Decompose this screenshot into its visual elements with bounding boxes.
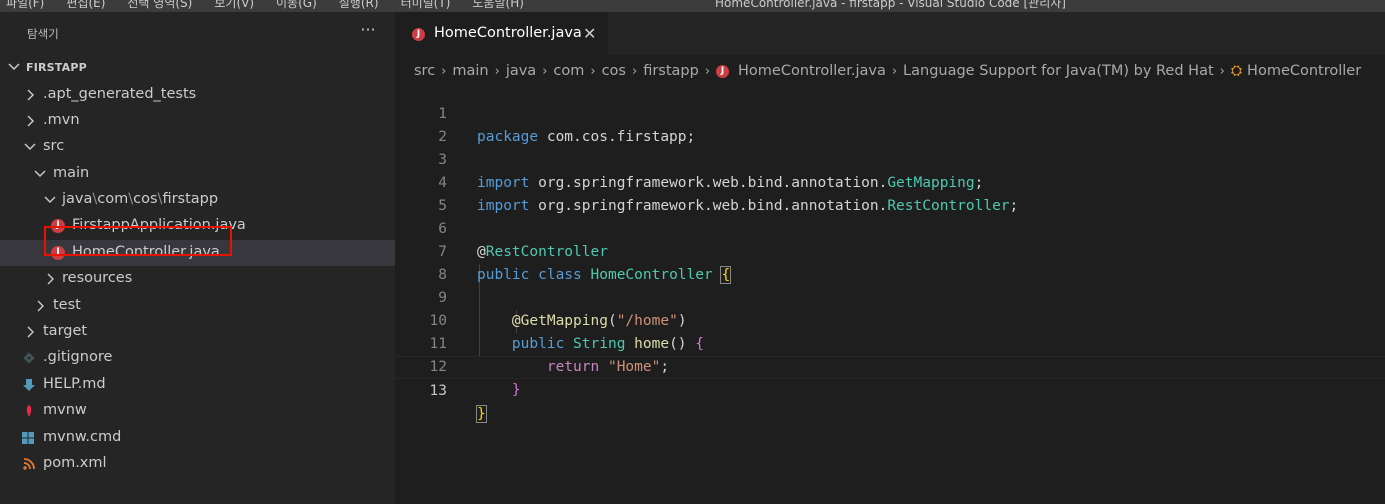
code-line-7: 7 public class HomeController { [395, 218, 1385, 284]
title-bar: 파일(F) 편집(E) 선택 영역(S) 보기(V) 이동(G) 실행(R) 터… [0, 0, 1385, 12]
explorer-title: 탐색기 [27, 27, 59, 41]
chevron-right-icon: › [542, 63, 548, 79]
menu-edit[interactable]: 편집(E) [66, 0, 105, 10]
menu-run[interactable]: 실행(R) [339, 0, 379, 10]
code-line-6: 6 @RestController [395, 195, 1385, 260]
code-line-2: 2 [395, 103, 1385, 145]
project-name: FIRSTAPP [26, 61, 87, 74]
tree-item-src[interactable]: src [0, 134, 395, 160]
breadcrumb-language-support[interactable]: Language Support for Java(TM) by Red Hat [903, 63, 1214, 79]
chevron-down-icon [8, 63, 20, 71]
breadcrumb-cos[interactable]: cos [602, 63, 626, 79]
code-line-12: 12 } [395, 333, 1385, 398]
tree-item-label: .gitignore [43, 349, 113, 365]
breadcrumb-src[interactable]: src [414, 63, 435, 79]
tree-item-resources[interactable]: resources [0, 266, 395, 292]
breadcrumb-main[interactable]: main [452, 63, 488, 79]
menu-view[interactable]: 보기(V) [214, 0, 254, 10]
chevron-right-icon [27, 115, 34, 127]
chevron-right-icon [27, 89, 34, 101]
close-icon[interactable]: ✕ [583, 24, 596, 43]
tree-item-label: resources [62, 270, 133, 286]
chevron-down-icon [44, 196, 56, 203]
breadcrumb: src › main › java › com › cos › firstapp… [414, 60, 1361, 82]
tree-item-main[interactable]: main [0, 161, 395, 187]
code-line-9: 9 @GetMapping("/home") [395, 264, 1385, 329]
class-symbol-icon: ⛭ [1230, 63, 1243, 79]
explorer-sidebar: 탐색기 ··· FIRSTAPP .apt_generated_tests .m… [0, 12, 395, 504]
code-line-10: 10 public String home() { [395, 287, 1385, 352]
tree-item-mvnw-cmd[interactable]: mvnw.cmd [0, 425, 395, 451]
line-number: 13 [429, 383, 447, 399]
tree-item-gitignore[interactable]: .gitignore [0, 345, 395, 371]
tree-item-label: target [43, 323, 88, 339]
tree-item-test[interactable]: test [0, 293, 395, 319]
tree-item-label: java\com\cos\firstapp [62, 191, 219, 207]
chevron-down-icon [24, 143, 36, 150]
chevron-right-icon: › [891, 63, 898, 79]
tree-item-mvnw[interactable]: mvnw [0, 398, 395, 424]
code-line-13: 13 } [395, 356, 1385, 423]
explorer-header: 탐색기 ··· [0, 12, 395, 56]
tree-item-label: mvnw [43, 402, 87, 418]
tree-item-label: src [43, 138, 65, 154]
code-line-11: 11 return "Home"; [395, 310, 1385, 375]
code-line-4: 4 import org.springframework.web.bind.an… [395, 149, 1385, 214]
git-icon [23, 352, 35, 364]
code-line-8: 8 [395, 241, 1385, 283]
tree-item-label: pom.xml [43, 455, 107, 471]
breadcrumb-file[interactable]: HomeController.java [738, 63, 886, 79]
breadcrumb-com[interactable]: com [553, 63, 584, 79]
chevron-right-icon [47, 273, 54, 285]
maven-icon [26, 405, 32, 417]
tree-item-target[interactable]: target [0, 319, 395, 345]
markdown-icon [23, 379, 35, 391]
chevron-right-icon: › [494, 63, 500, 79]
menu-selection[interactable]: 선택 영역(S) [127, 0, 192, 10]
chevron-down-icon [34, 170, 46, 177]
tree-item-label: HELP.md [43, 376, 106, 392]
rss-icon [23, 458, 35, 470]
editor-area: J HomeController.java ✕ src › main › jav… [395, 12, 1385, 504]
windows-icon [22, 432, 34, 444]
tree-item-label: main [53, 165, 90, 181]
breadcrumb-class[interactable]: HomeController [1247, 63, 1361, 79]
tab-home-controller[interactable]: J HomeController.java ✕ [395, 12, 608, 55]
tree-item-label: test [53, 297, 81, 313]
chevron-right-icon: › [631, 63, 638, 79]
menu-file[interactable]: 파일(F) [6, 0, 44, 10]
window-title: HomeController.java - firstapp - Visual … [715, 0, 1066, 10]
menu-go[interactable]: 이동(G) [276, 0, 317, 10]
tree-item-label: mvnw.cmd [43, 429, 122, 445]
chevron-right-icon [27, 326, 34, 338]
menu-bar: 파일(F) 편집(E) 선택 영역(S) 보기(V) 이동(G) 실행(R) 터… [6, 0, 524, 10]
annotation-highlight-box [44, 226, 232, 256]
code-line-5: 5 [395, 172, 1385, 214]
java-file-icon: J [412, 28, 425, 41]
tab-label: HomeController.java [434, 25, 582, 41]
menu-terminal[interactable]: 터미널(T) [401, 0, 451, 10]
tree-item-label: .mvn [43, 112, 80, 128]
project-root[interactable]: FIRSTAPP [0, 56, 395, 80]
tree-item-java-package[interactable]: java\com\cos\firstapp [0, 187, 395, 213]
tree-item-pom-xml[interactable]: pom.xml [0, 451, 395, 477]
chevron-right-icon: › [441, 63, 447, 79]
code-line-1: 1 package com.cos.firstapp; [395, 80, 1385, 145]
tree-item-label: .apt_generated_tests [43, 86, 197, 102]
menu-help[interactable]: 도움말(H) [472, 0, 524, 10]
breadcrumb-java[interactable]: java [506, 63, 536, 79]
java-file-icon: J [716, 64, 730, 78]
chevron-right-icon: › [704, 63, 711, 79]
chevron-right-icon: › [1219, 63, 1225, 79]
chevron-right-icon [37, 300, 44, 312]
more-actions-icon[interactable]: ··· [357, 20, 379, 42]
tab-bar: J HomeController.java ✕ [395, 12, 1385, 55]
chevron-right-icon: › [590, 63, 596, 79]
code-line-3: 3 import org.springframework.web.bind.an… [395, 126, 1385, 191]
tree-item-mvn-folder[interactable]: .mvn [0, 108, 395, 134]
breadcrumb-firstapp[interactable]: firstapp [643, 63, 699, 79]
tree-item-help-md[interactable]: HELP.md [0, 372, 395, 398]
tree-item-apt-generated-tests[interactable]: .apt_generated_tests [0, 82, 395, 108]
